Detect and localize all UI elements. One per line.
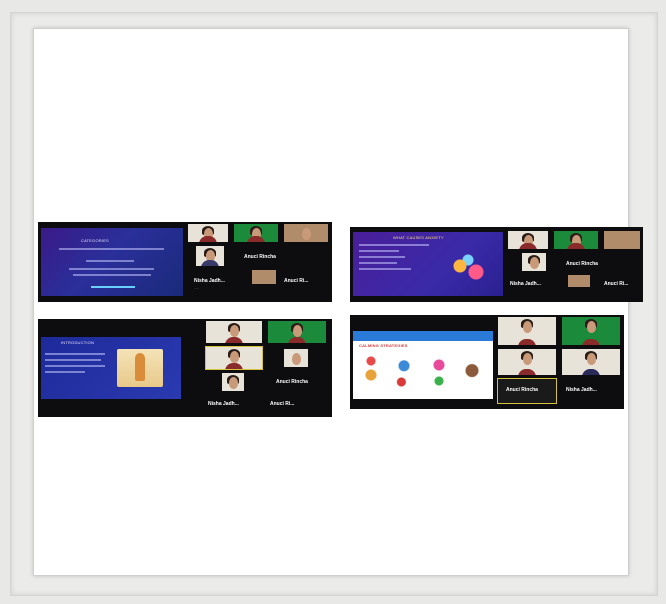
slide-illustration (425, 353, 453, 393)
slide-text-line (359, 268, 411, 270)
meeting-screenshot-2: WHAT CAUSES ANXIETY Anuci Rincha Nisha J… (350, 227, 643, 302)
progress-bar (91, 286, 135, 288)
participant-name: Anuci Ri... (270, 401, 295, 407)
participant-name: Nisha Jadh... (194, 278, 225, 284)
participant-name: Anuci Ri... (604, 281, 629, 287)
participant-video-tile[interactable] (522, 253, 546, 271)
participant-name: Anuci Ri... (284, 278, 309, 284)
participant-video-tile[interactable] (222, 373, 244, 391)
participant-video-tile[interactable] (268, 321, 326, 343)
participant-gallery: Anuci Rincha Nisha Jadh... Anuci Ri... ·… (188, 224, 328, 300)
presentation-slide: CALMING STRATEGIES (353, 331, 493, 399)
slide-text-line (86, 260, 134, 262)
participant-video-tile[interactable] (498, 349, 556, 375)
slide-illustration (391, 355, 417, 391)
participant-video-tile[interactable] (568, 275, 590, 287)
participant-gallery: Anuci Rincha Nisha Jadh... Anuci Ri... (205, 321, 330, 415)
participant-gallery: Anuci Rincha Nisha Jadh... Anuci Ri... (508, 231, 640, 299)
participant-name: Nisha Jadh... (208, 401, 239, 407)
participant-video-tile[interactable] (188, 224, 228, 242)
participant-name: Anuci Rincha (244, 254, 276, 260)
slide-text-line (45, 365, 105, 367)
slide-text-line (359, 250, 399, 252)
participant-status: ····· (194, 286, 199, 290)
slide-title: CATEGORIES (81, 238, 109, 243)
participant-name: Anuci Rincha (566, 261, 598, 267)
slide-text-line (73, 274, 151, 276)
participant-video-tile[interactable] (604, 231, 640, 249)
participant-name: Nisha Jadh... (510, 281, 541, 287)
participant-name: Anuci Rincha (276, 379, 308, 385)
participant-video-tile-active-speaker[interactable] (205, 346, 263, 370)
slide-text-line (359, 244, 429, 246)
slide-text-line (45, 359, 101, 361)
presentation-slide: CATEGORIES (41, 228, 183, 296)
participant-video-tile[interactable] (234, 224, 278, 242)
slide-illustration (448, 254, 488, 284)
participant-video-tile[interactable] (562, 349, 620, 375)
slide-text-line (359, 256, 405, 258)
slide-title: INTRODUCTION (61, 340, 95, 345)
slide-text-line (45, 371, 85, 373)
slide-text-line (45, 353, 105, 355)
slide-title: WHAT CAUSES ANXIETY (393, 235, 444, 240)
participant-gallery: Anuci Rincha Nisha Jadh... (497, 317, 622, 407)
presentation-slide: INTRODUCTION (41, 337, 181, 399)
participant-video-tile[interactable] (562, 317, 620, 345)
presentation-slide: WHAT CAUSES ANXIETY (353, 232, 503, 296)
participant-name: Nisha Jadh... (566, 387, 597, 393)
meeting-screenshot-4: CALMING STRATEGIES Anuci Rincha Nisha Ja… (350, 315, 624, 409)
slide-text-line (59, 248, 164, 250)
slide-text-line (359, 262, 397, 264)
slide-text-line (69, 268, 154, 270)
participant-video-tile[interactable] (498, 317, 556, 345)
participant-video-tile[interactable] (284, 349, 308, 367)
slide-illustration (459, 357, 485, 391)
meeting-screenshot-1: CATEGORIES Anuci Rincha Nisha Jadh... An… (38, 222, 332, 302)
slide-title: CALMING STRATEGIES (359, 343, 408, 348)
photo-collage-paper: CATEGORIES Anuci Rincha Nisha Jadh... An… (33, 28, 643, 576)
participant-video-tile[interactable] (554, 231, 598, 249)
slide-illustration (359, 353, 383, 393)
slide-illustration (135, 353, 145, 381)
participant-video-tile[interactable] (508, 231, 548, 249)
slide-header-bar (353, 331, 493, 341)
participant-video-tile[interactable] (284, 224, 328, 242)
meeting-screenshot-3: INTRODUCTION Anuci Rincha Nisha Jadh... … (38, 319, 332, 417)
participant-name: Anuci Rincha (506, 387, 538, 393)
participant-video-tile[interactable] (206, 321, 262, 343)
participant-video-tile[interactable] (196, 246, 224, 266)
participant-video-tile[interactable] (252, 270, 276, 284)
